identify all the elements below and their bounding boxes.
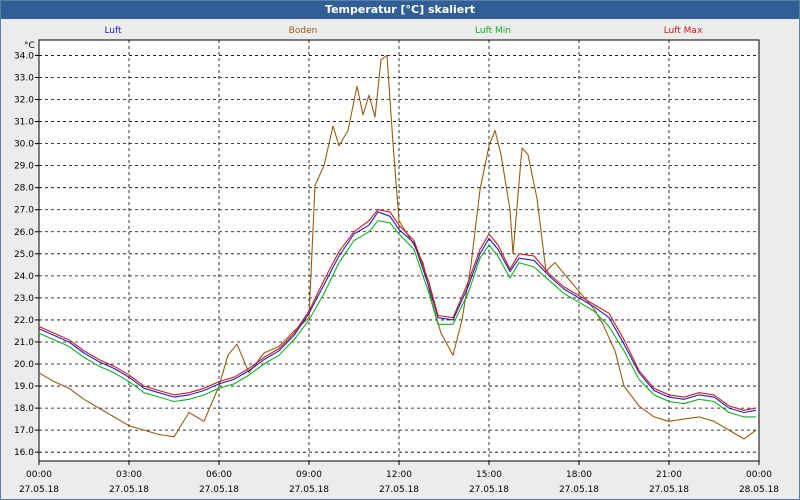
y-axis-unit: °C [24,41,35,51]
y-tick-label: 31.0 [14,118,34,128]
y-tick-label: 33.0 [14,73,34,83]
x-tick-time-label: 03:00 [116,470,142,480]
y-tick-label: 16.0 [14,448,34,458]
x-tick-time-label: 09:00 [296,470,322,480]
y-tick-label: 21.0 [14,338,34,348]
y-tick-label: 24.0 [14,272,34,282]
x-tick-date-label: 27.05.18 [109,485,149,495]
x-tick-date-label: 27.05.18 [289,485,329,495]
y-tick-label: 25.0 [14,250,34,260]
x-tick-date-label: 27.05.18 [199,485,239,495]
y-tick-label: 26.0 [14,228,34,238]
y-tick-label: 34.0 [14,51,34,61]
legend-item-luft-min: Luft Min [475,26,511,36]
x-tick-time-label: 12:00 [386,470,412,480]
x-tick-time-label: 15:00 [476,470,502,480]
legend-item-luft: Luft [104,26,122,36]
x-tick-time-label: 00:00 [746,470,772,480]
y-tick-label: 27.0 [14,206,34,216]
legend-item-luft-max: Luft Max [664,26,703,36]
y-axis: 16.0 17.0 18.0 19.0 20.0 21.0 22.0 23.0 24.0 25.0… [14,51,39,458]
y-tick-label: 29.0 [14,162,34,172]
x-tick-time-label: 06:00 [206,470,232,480]
x-tick-date-label: 27.05.18 [379,485,419,495]
y-tick-label: 22.0 [14,316,34,326]
y-tick-label: 30.0 [14,140,34,150]
x-tick-date-label: 27.05.18 [649,485,689,495]
x-tick-time-label: 00:00 [26,470,52,480]
y-tick-label: 32.0 [14,96,34,106]
x-tick-time-label: 18:00 [566,470,592,480]
y-tick-label: 17.0 [14,426,34,436]
x-tick-date-label: 27.05.18 [469,485,509,495]
x-axis: 00:00 27.05.18 03:00 27.05.18 06:00 27.05.18 0… [19,461,779,495]
temperature-chart: 16.0 17.0 18.0 19.0 20.0 21.0 22.0 23.0 24.0 25.0… [14,26,779,495]
x-tick-time-label: 21:00 [656,470,682,480]
x-tick-date-label: 27.05.18 [559,485,599,495]
x-tick-date-label: 28.05.18 [739,485,779,495]
y-tick-label: 18.0 [14,404,34,414]
legend: Luft Boden Luft Min Luft Max [104,26,703,36]
legend-item-boden: Boden [289,26,318,36]
y-tick-label: 19.0 [14,382,34,392]
y-tick-label: 28.0 [14,184,34,194]
x-tick-date-label: 27.05.18 [19,485,59,495]
y-tick-label: 23.0 [14,294,34,304]
y-tick-label: 20.0 [14,360,34,370]
